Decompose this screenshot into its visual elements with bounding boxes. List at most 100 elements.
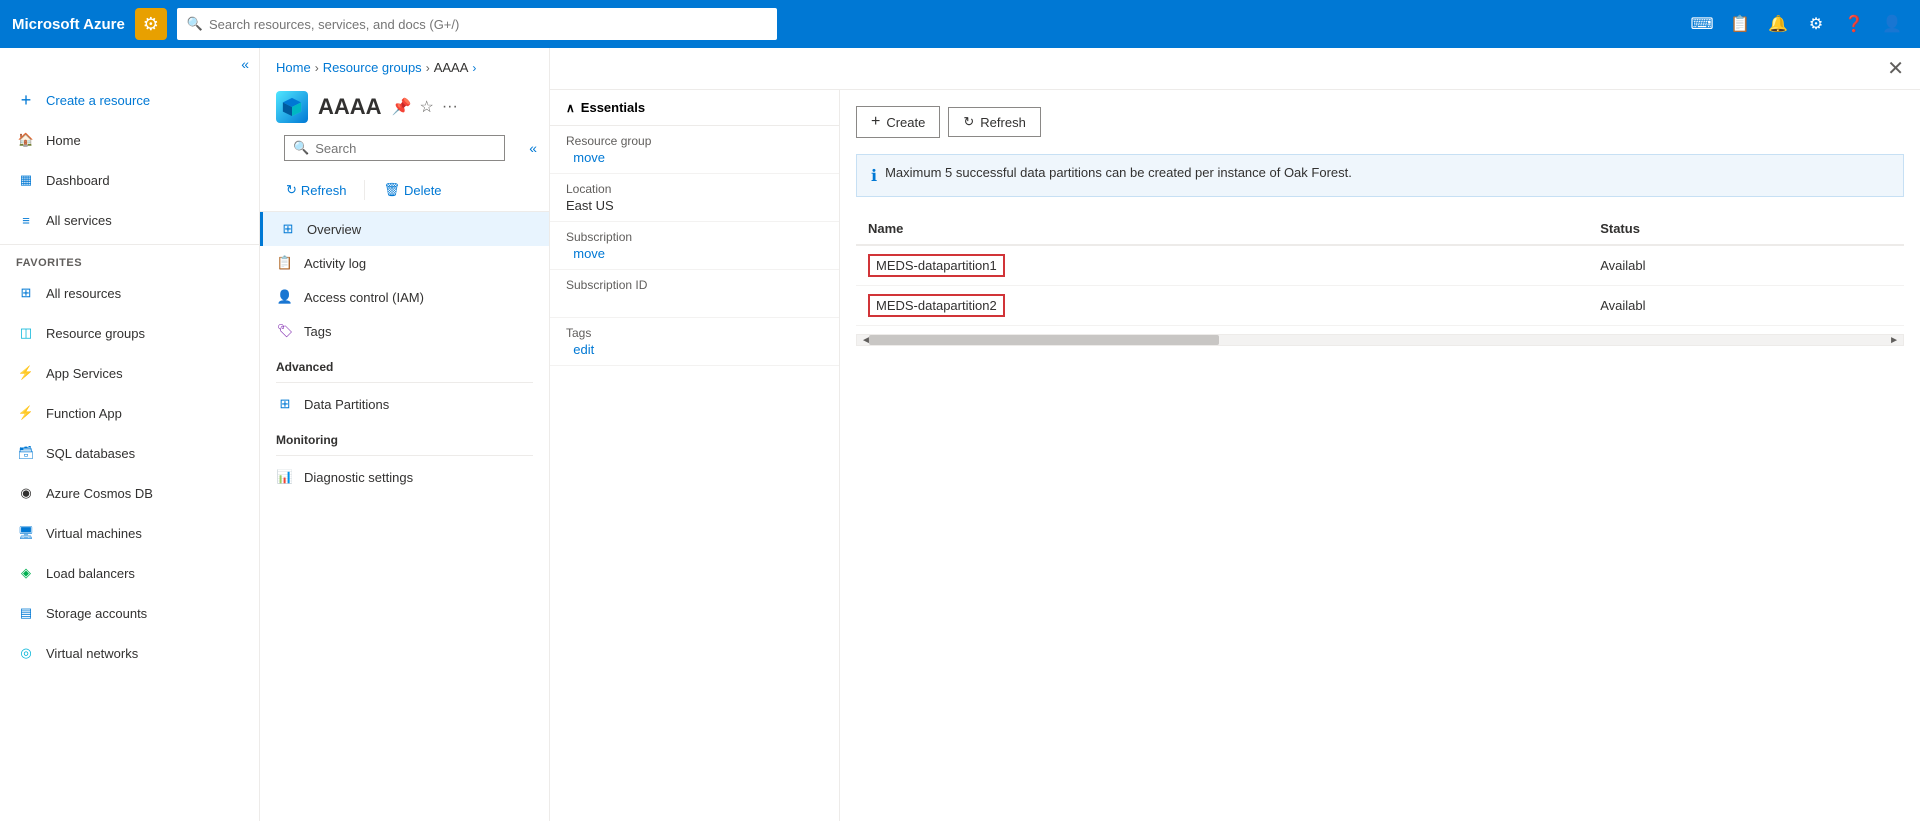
subscription-value: move xyxy=(566,246,823,261)
app-services-icon: ⚡ xyxy=(16,363,36,383)
subscription-move-link[interactable]: move xyxy=(573,246,605,261)
sidebar: « + Create a resource 🏠 Home ▦ Dashboard… xyxy=(0,48,260,821)
location-label: Location xyxy=(566,182,823,196)
rg-move-link[interactable]: move xyxy=(573,150,605,165)
rg-field-label: Resource group xyxy=(566,134,823,148)
info-icon: ℹ xyxy=(871,166,877,186)
feedback-icon[interactable]: 📋 xyxy=(1724,8,1756,40)
activity-log-label: Activity log xyxy=(304,256,366,271)
breadcrumb-resource-groups[interactable]: Resource groups xyxy=(323,60,422,75)
essentials-title: Essentials xyxy=(581,100,645,115)
diagnostic-icon: 📊 xyxy=(276,468,294,486)
horizontal-scrollbar[interactable]: ◄ ► xyxy=(856,334,1904,346)
refresh-right-icon: ↻ xyxy=(963,114,974,130)
essentials-chevron[interactable]: ∧ xyxy=(566,101,575,115)
essentials-panel: ∧ Essentials Resource group move Locatio… xyxy=(550,90,840,821)
tags-edit-link[interactable]: edit xyxy=(573,342,594,357)
sidebar-item-cosmos-db[interactable]: ◉ Azure Cosmos DB xyxy=(0,473,259,513)
right-panel-toolbar: + Create ↻ Refresh xyxy=(856,106,1904,138)
resource-groups-icon: ◫ xyxy=(16,323,36,343)
notification-icon[interactable]: 🔔 xyxy=(1762,8,1794,40)
dashboard-icon: ▦ xyxy=(16,170,36,190)
breadcrumb-sep2: › xyxy=(426,61,430,75)
essentials-tags: Tags edit xyxy=(550,318,839,366)
terminal-icon[interactable]: ⌨ xyxy=(1686,8,1718,40)
search-icon: 🔍 xyxy=(293,140,309,156)
sidebar-item-app-services[interactable]: ⚡ App Services xyxy=(0,353,259,393)
rg-toolbar: ↻ Refresh 🗑 Delete xyxy=(260,169,549,212)
breadcrumb-more[interactable]: › xyxy=(472,61,476,75)
azure-icon-btn[interactable]: ⚙ xyxy=(135,8,167,40)
settings-icon[interactable]: ⚙ xyxy=(1800,8,1832,40)
partition-name-cell[interactable]: MEDS-datapartition2 xyxy=(856,286,1588,326)
nav-item-activity-log[interactable]: 📋 Activity log xyxy=(260,246,549,280)
create-resource-label: Create a resource xyxy=(46,93,150,108)
info-message: Maximum 5 successful data partitions can… xyxy=(885,165,1352,180)
sidebar-item-home[interactable]: 🏠 Home xyxy=(0,120,259,160)
breadcrumb-home[interactable]: Home xyxy=(276,60,311,75)
sidebar-item-create-resource[interactable]: + Create a resource xyxy=(0,80,259,120)
delete-icon: 🗑 xyxy=(383,182,400,198)
nav-item-access-control[interactable]: 👤 Access control (IAM) xyxy=(260,280,549,314)
sidebar-item-storage-accounts[interactable]: ▤ Storage accounts xyxy=(0,593,259,633)
storage-icon: ▤ xyxy=(16,603,36,623)
collapse-btn[interactable]: « xyxy=(241,56,249,72)
create-plus-icon: + xyxy=(871,113,880,131)
rg-header: Home › Resource groups › AAAA › AAAA xyxy=(260,48,549,135)
sidebar-item-all-resources[interactable]: ⊞ All resources xyxy=(0,273,259,313)
breadcrumb-sep1: › xyxy=(315,61,319,75)
partition-name[interactable]: MEDS-datapartition2 xyxy=(868,294,1005,317)
sidebar-item-dashboard[interactable]: ▦ Dashboard xyxy=(0,160,259,200)
rg-collapse-btn[interactable]: « xyxy=(525,140,541,156)
more-icon[interactable]: ··· xyxy=(442,98,458,116)
sidebar-item-virtual-networks[interactable]: ◎ Virtual networks xyxy=(0,633,259,673)
refresh-button[interactable]: ↻ Refresh xyxy=(276,177,356,203)
nav-item-tags[interactable]: 🏷 Tags xyxy=(260,314,549,348)
home-icon: 🏠 xyxy=(16,130,36,150)
sidebar-item-sql-databases[interactable]: 🗃 SQL databases xyxy=(0,433,259,473)
vm-icon: 🖥 xyxy=(16,523,36,543)
data-partitions-icon: ⊞ xyxy=(276,395,294,413)
nav-item-diagnostic-settings[interactable]: 📊 Diagnostic settings xyxy=(260,460,549,494)
help-icon[interactable]: ❓ xyxy=(1838,8,1870,40)
sidebar-item-virtual-machines[interactable]: 🖥 Virtual machines xyxy=(0,513,259,553)
sidebar-item-load-balancers[interactable]: ◈ Load balancers xyxy=(0,553,259,593)
topbar-icons: ⌨ 📋 🔔 ⚙ ❓ 👤 xyxy=(1686,8,1908,40)
close-button[interactable]: ✕ xyxy=(1887,56,1904,81)
rg-name: AAAA xyxy=(318,94,382,120)
nav-item-overview[interactable]: ⊞ Overview xyxy=(260,212,549,246)
cosmos-icon: ◉ xyxy=(16,483,36,503)
create-button[interactable]: + Create xyxy=(856,106,940,138)
global-search-box[interactable]: 🔍 xyxy=(177,8,777,40)
profile-icon[interactable]: 👤 xyxy=(1876,8,1908,40)
refresh-right-button[interactable]: ↻ Refresh xyxy=(948,107,1040,137)
scroll-left-arrow[interactable]: ◄ xyxy=(857,335,875,346)
topbar: Microsoft Azure ⚙ 🔍 ⌨ 📋 🔔 ⚙ ❓ 👤 xyxy=(0,0,1920,48)
subscription-id-label: Subscription ID xyxy=(566,278,823,292)
col-name: Name xyxy=(856,213,1588,245)
star-icon[interactable]: ☆ xyxy=(419,97,433,117)
all-services-icon: ≡ xyxy=(16,210,36,230)
subscription-id-value xyxy=(566,294,823,309)
breadcrumb-current: AAAA xyxy=(434,60,469,75)
rg-nav: ⊞ Overview 📋 Activity log 👤 Access contr… xyxy=(260,212,549,821)
sidebar-item-resource-groups[interactable]: ◫ Resource groups xyxy=(0,313,259,353)
rg-search-input[interactable] xyxy=(315,141,496,156)
partition-name[interactable]: MEDS-datapartition1 xyxy=(868,254,1005,277)
partition-name-cell[interactable]: MEDS-datapartition1 xyxy=(856,245,1588,286)
rg-search-bar[interactable]: 🔍 xyxy=(284,135,505,161)
plus-icon: + xyxy=(16,90,36,110)
activity-log-icon: 📋 xyxy=(276,254,294,272)
advanced-section-label: Advanced xyxy=(260,348,549,378)
table-row: MEDS-datapartition1Availabl xyxy=(856,245,1904,286)
delete-button[interactable]: 🗑 Delete xyxy=(373,177,451,203)
sidebar-item-all-services[interactable]: ≡ All services xyxy=(0,200,259,240)
scroll-right-arrow[interactable]: ► xyxy=(1885,335,1903,346)
nav-item-data-partitions[interactable]: ⊞ Data Partitions xyxy=(260,387,549,421)
pin-icon[interactable]: 📌 xyxy=(392,97,412,117)
global-search-input[interactable] xyxy=(209,17,767,32)
sidebar-item-function-app[interactable]: ⚡ Function App xyxy=(0,393,259,433)
scrollbar-thumb[interactable] xyxy=(869,335,1219,345)
monitoring-section-label: Monitoring xyxy=(260,421,549,451)
essentials-subscription: Subscription move xyxy=(550,222,839,270)
